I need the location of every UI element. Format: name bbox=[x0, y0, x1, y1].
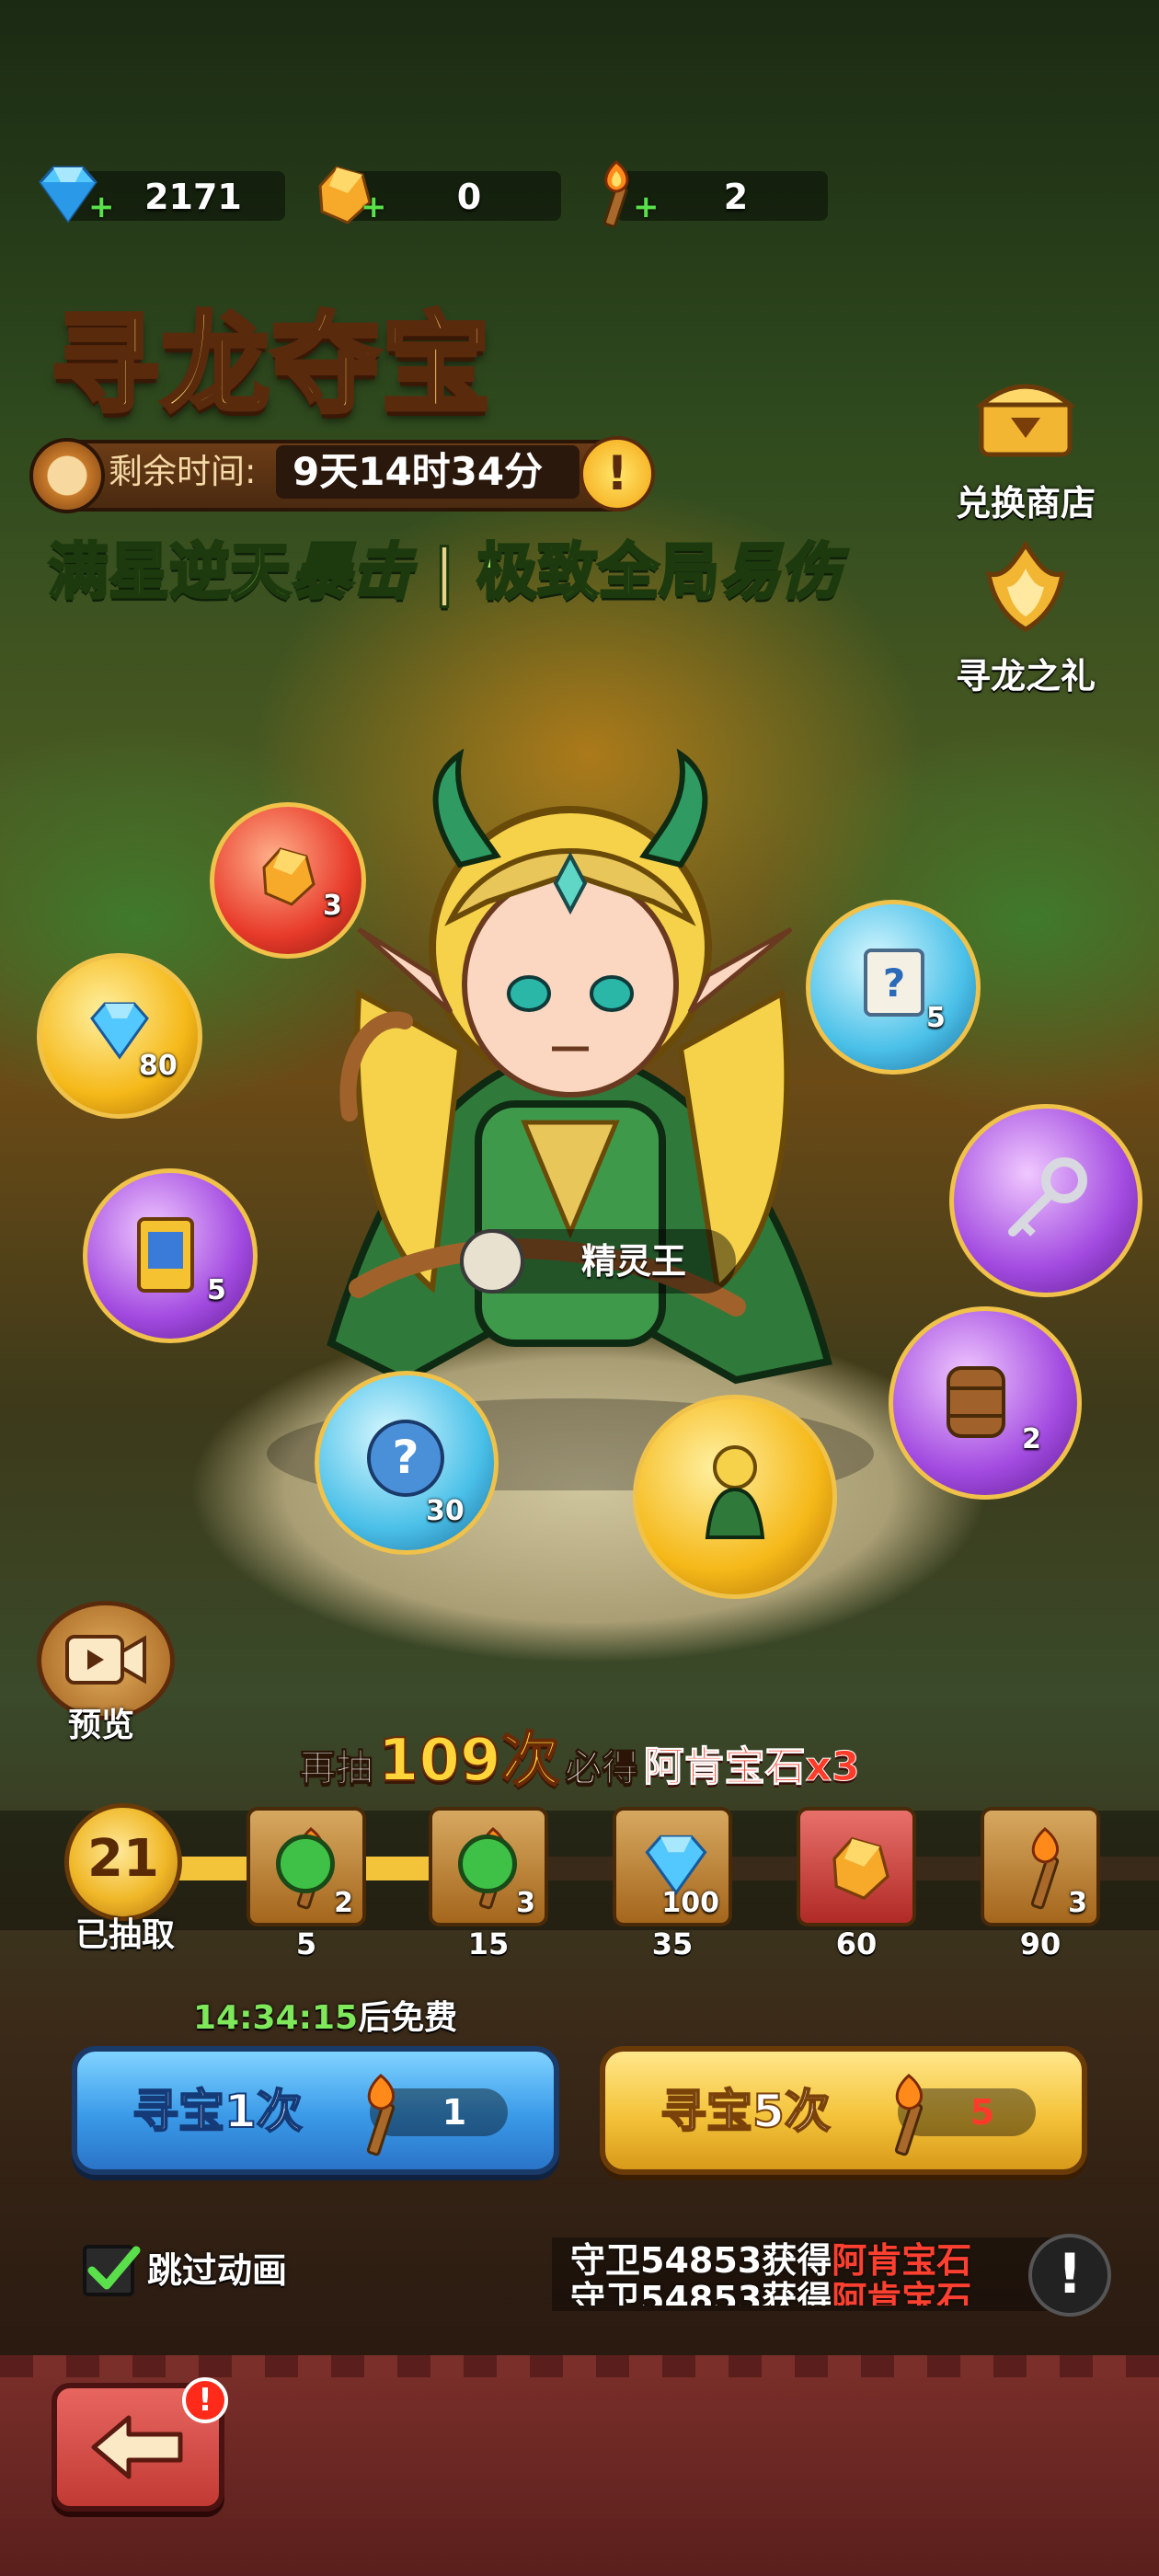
orb-count: 30 bbox=[426, 1495, 465, 1527]
orb-count: 2 bbox=[1022, 1423, 1041, 1455]
draw-once-button[interactable]: 寻宝1次 1 bbox=[72, 2046, 559, 2175]
draw-five-cost: 5 bbox=[970, 2092, 995, 2133]
mystery-orb-icon: ? bbox=[367, 1420, 444, 1497]
orb-count: 5 bbox=[926, 1002, 946, 1034]
guarantee-prefix: 再抽 bbox=[299, 1747, 373, 1790]
timer-value: 9天14时34分 bbox=[293, 449, 544, 494]
draw-five-button[interactable]: 寻宝5次 5 bbox=[600, 2046, 1087, 2175]
exchange-shop-label: 兑换商店 bbox=[955, 483, 1096, 523]
reward-orb-mystery: ? 30 bbox=[315, 1371, 499, 1555]
event-info-button[interactable]: ! bbox=[580, 436, 655, 512]
reward-orb-barrel: 2 bbox=[889, 1306, 1082, 1500]
milestone-threshold: 90 bbox=[1019, 1926, 1061, 1961]
draw-once-label: 寻宝1次 bbox=[132, 2084, 304, 2139]
free-timer-suffix: 后免费 bbox=[358, 1999, 458, 2037]
milestone-reward-35[interactable]: 100 bbox=[613, 1807, 732, 1926]
orb-count: 80 bbox=[139, 1050, 178, 1082]
dragon-gift-label: 寻龙之礼 bbox=[955, 656, 1096, 696]
draw-count: 21 bbox=[87, 1829, 159, 1889]
bottom-panel-trim bbox=[0, 2355, 1159, 2377]
slogan-part-4: 易伤 bbox=[718, 535, 843, 609]
event-title: 寻龙夺宝 bbox=[48, 298, 493, 431]
log-line: 守卫54853获得阿肯宝石 bbox=[570, 2241, 1067, 2280]
arrow-left-icon bbox=[91, 2415, 183, 2479]
free-draw-timer: 14:34:15后免费 bbox=[193, 1991, 457, 2039]
amber-gem-icon bbox=[832, 1836, 889, 1901]
milestone-count: 100 bbox=[661, 1887, 719, 1919]
torch-amount: 2 bbox=[723, 177, 749, 217]
hero-figure-icon bbox=[705, 1445, 765, 1539]
reward-orb-key bbox=[949, 1104, 1142, 1297]
draw-five-label: 寻宝5次 bbox=[660, 2084, 832, 2139]
event-slogan: 满星逆天暴击 | 极致全局易伤 bbox=[47, 523, 843, 611]
milestone-count: 2 bbox=[334, 1887, 353, 1919]
draw-once-cost: 1 bbox=[442, 2092, 467, 2133]
claimed-check-icon bbox=[458, 1834, 517, 1893]
golden-crest-icon bbox=[985, 540, 1066, 632]
reward-orb-hero-figure bbox=[633, 1395, 837, 1599]
milestone-reward-90[interactable]: 3 bbox=[981, 1807, 1100, 1926]
guarantee-text: 再抽 109次 必得 阿肯宝石x3 bbox=[0, 1713, 1159, 1798]
reward-orb-ticket: 5 bbox=[83, 1168, 258, 1343]
reward-orb-amber-gem: 3 bbox=[210, 802, 366, 959]
slogan-part-3: 极致全局 bbox=[476, 535, 721, 609]
torch-icon bbox=[366, 2074, 396, 2156]
svg-text:?: ? bbox=[883, 960, 905, 1006]
magnifier-icon[interactable] bbox=[460, 1229, 524, 1294]
log-info-button[interactable]: ! bbox=[1028, 2234, 1111, 2317]
mystery-scroll-icon: ? bbox=[864, 949, 924, 1017]
milestone-reward-5[interactable]: 2 bbox=[247, 1807, 366, 1926]
log-player: 守卫54853获得 bbox=[570, 2241, 832, 2281]
skip-animation-checkbox[interactable] bbox=[83, 2245, 141, 2296]
amber-gem-icon bbox=[262, 847, 316, 906]
torch-icon bbox=[894, 2074, 924, 2156]
guarantee-remaining: 109次 bbox=[377, 1726, 561, 1796]
milestone-threshold: 35 bbox=[651, 1926, 694, 1961]
orb-count: 5 bbox=[207, 1274, 226, 1306]
log-line: 守卫54853获得阿肯宝石 bbox=[570, 2280, 1067, 2306]
milestone-reward-15[interactable]: 3 bbox=[429, 1807, 548, 1926]
milestone-count: 3 bbox=[516, 1887, 535, 1919]
svg-text:?: ? bbox=[392, 1431, 419, 1484]
slogan-part-1: 满星逆天 bbox=[47, 535, 293, 609]
barrel-icon bbox=[947, 1366, 1005, 1438]
milestone-count: 3 bbox=[1068, 1887, 1087, 1919]
checkmark-icon bbox=[87, 2246, 141, 2290]
guarantee-reward: 阿肯宝石x3 bbox=[643, 1743, 860, 1791]
milestone-threshold: 60 bbox=[835, 1926, 878, 1961]
timer-label: 剩余时间: bbox=[109, 452, 257, 491]
stopwatch-icon bbox=[29, 438, 105, 513]
reward-orb-diamond: 80 bbox=[37, 953, 202, 1119]
dragon-gift-button[interactable]: 寻龙之礼 bbox=[947, 537, 1104, 698]
slogan-separator: | bbox=[431, 535, 456, 609]
log-item: 阿肯宝石 bbox=[832, 2241, 972, 2281]
exchange-shop-button[interactable]: 兑换商店 bbox=[947, 364, 1104, 525]
log-player: 守卫54853获得 bbox=[570, 2279, 832, 2306]
draw-log: 守卫54853获得阿肯宝石 守卫54853获得阿肯宝石 bbox=[570, 2241, 1067, 2306]
video-camera-icon bbox=[65, 1635, 146, 1685]
orb-count: 3 bbox=[323, 890, 342, 922]
milestone-threshold: 5 bbox=[295, 1926, 317, 1961]
guarantee-middle: 必得 bbox=[565, 1747, 639, 1790]
hero-name: 精灵王 bbox=[581, 1241, 687, 1282]
skip-animation-label: 跳过动画 bbox=[147, 2250, 288, 2291]
key-icon bbox=[1008, 1157, 1087, 1236]
ticket-icon bbox=[137, 1217, 194, 1293]
reward-orb-mystery-scroll: ? 5 bbox=[806, 900, 981, 1075]
treasure-chest-icon bbox=[975, 384, 1076, 457]
log-item: 阿肯宝石 bbox=[832, 2279, 972, 2306]
free-timer-value: 14:34:15 bbox=[193, 1999, 359, 2037]
diamond-amount: 2171 bbox=[144, 177, 242, 217]
gem-amount: 0 bbox=[456, 177, 482, 217]
notification-badge: ! bbox=[182, 2377, 228, 2423]
draw-count-label: 已抽取 bbox=[75, 1916, 175, 1954]
slogan-part-2: 暴击 bbox=[290, 535, 414, 609]
claimed-check-icon bbox=[276, 1834, 335, 1893]
milestone-threshold: 15 bbox=[467, 1926, 510, 1961]
milestone-reward-60[interactable] bbox=[797, 1807, 916, 1926]
